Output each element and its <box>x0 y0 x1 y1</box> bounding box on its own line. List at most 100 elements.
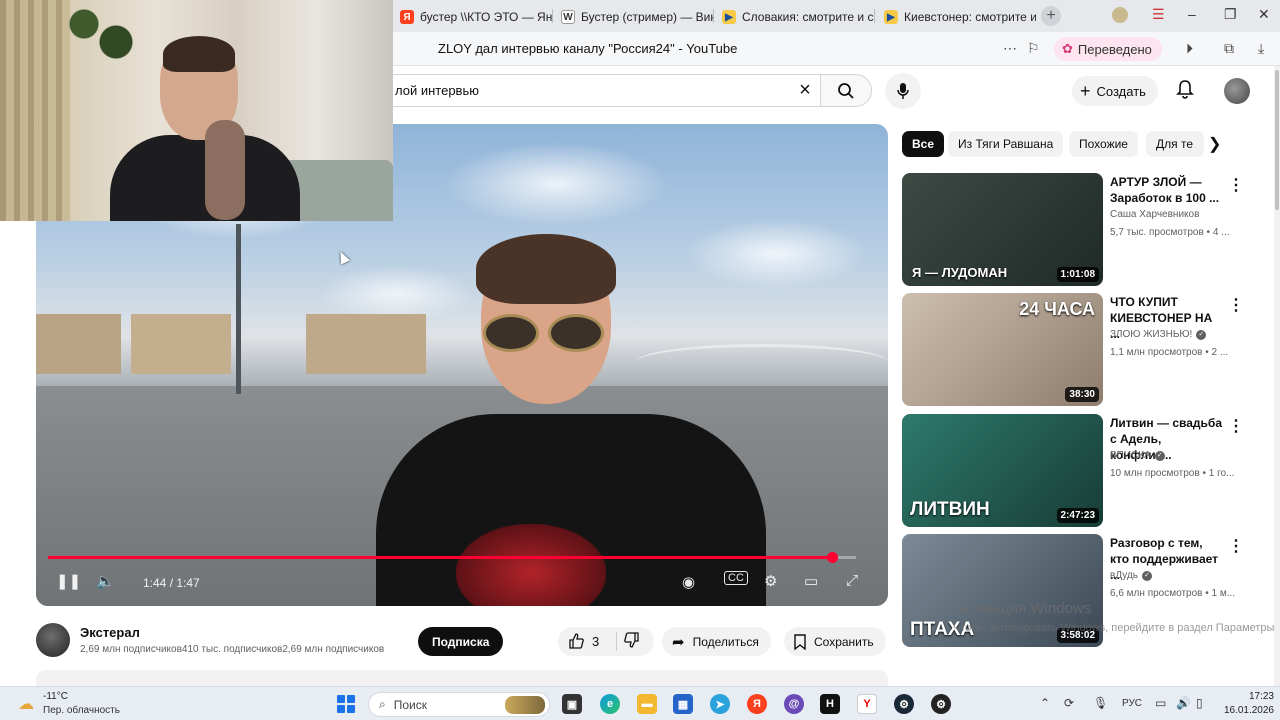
clock-time[interactable]: 17:23 <box>1224 691 1274 702</box>
file-explorer-icon[interactable]: ▬ <box>637 694 657 714</box>
channel-avatar[interactable] <box>36 623 70 657</box>
voice-search-button[interactable] <box>885 73 921 109</box>
channel-name[interactable]: Экстерал <box>80 625 140 640</box>
microphone-icon <box>897 83 909 99</box>
yandex-browser-icon[interactable]: Y <box>857 694 877 714</box>
fullscreen-icon[interactable]: ⤢ <box>846 572 858 589</box>
network-icon[interactable]: ▭ <box>1155 696 1166 710</box>
more-vert-icon[interactable]: ⋮ <box>1228 416 1244 436</box>
weather-cloud-sun-icon[interactable]: ☁ <box>18 694 34 714</box>
new-tab-button[interactable]: + <box>1041 6 1061 26</box>
pause-icon[interactable]: ❚❚ <box>56 572 81 590</box>
subscribe-button[interactable]: Подписка <box>418 627 504 656</box>
store-icon[interactable]: ▦ <box>673 694 693 714</box>
browser-tab[interactable]: W Бустер (стример) — Вик <box>553 4 713 30</box>
theater-mode-icon[interactable]: ▭ <box>804 572 818 590</box>
yandex-icon[interactable]: Я <box>747 694 767 714</box>
app-icon[interactable]: H <box>820 694 840 714</box>
restore-icon[interactable]: ❐ <box>1224 6 1237 23</box>
video-channel[interactable]: ВПИСКА ✓ <box>1110 450 1165 461</box>
scrollbar-thumb[interactable] <box>1275 70 1279 210</box>
subtitles-icon[interactable]: CC <box>724 571 748 585</box>
profile-icon[interactable] <box>1112 7 1128 23</box>
page-title[interactable]: ZLOY дал интервью каналу "Россия24" - Yo… <box>438 41 737 56</box>
chevron-right-icon[interactable]: ❯ <box>1208 134 1221 154</box>
video-thumbnail[interactable]: Я — ЛУДОМАН 1:01:08 <box>902 173 1103 286</box>
recommended-video[interactable]: 24 ЧАСА 38:30 ЧТО КУПИТ КИЕВСТОНЕР НА ..… <box>902 293 1244 406</box>
more-icon[interactable]: ⋯ <box>1003 40 1017 57</box>
browser-tab[interactable]: Я бустер \\КТО ЭТО — Янд <box>392 4 552 30</box>
translated-badge[interactable]: ✿ Переведено <box>1054 37 1162 61</box>
video-progress-bar[interactable] <box>48 552 856 563</box>
sync-icon[interactable]: ⟳ <box>1064 696 1074 710</box>
weather-description[interactable]: Пер. облачность <box>43 705 120 716</box>
clear-search-icon[interactable]: × <box>793 79 817 103</box>
translate-icon: ✿ <box>1062 41 1073 56</box>
windows-activation-subtitle: Чтобы активировать Windows, перейдите в … <box>953 622 1278 634</box>
notifications-bell-icon[interactable] <box>1176 79 1194 104</box>
more-vert-icon[interactable]: ⋮ <box>1228 536 1244 556</box>
video-duration: 38:30 <box>1065 387 1099 402</box>
browser-tab[interactable]: ▶ Киевстонер: смотрите и <box>876 4 1036 30</box>
create-button[interactable]: + Создать <box>1072 76 1158 106</box>
play-icon[interactable]: ⏵ <box>1186 40 1193 57</box>
more-vert-icon[interactable]: ⋮ <box>1228 175 1244 195</box>
search-button[interactable] <box>820 74 872 107</box>
like-button[interactable]: 3 <box>568 633 599 649</box>
taskbar-search[interactable]: ⌕ Поиск <box>368 692 550 717</box>
video-thumbnail[interactable]: 24 ЧАСА 38:30 <box>902 293 1103 406</box>
chip-related[interactable]: Похожие <box>1069 131 1138 157</box>
search-input[interactable]: лой интервью <box>392 74 820 107</box>
settings-gear-icon[interactable]: ⚙ <box>764 572 777 590</box>
extensions-icon[interactable]: ⧉ <box>1224 40 1234 57</box>
clock-date[interactable]: 16.01.2026 <box>1214 705 1274 716</box>
edge-icon[interactable]: e <box>600 694 620 714</box>
volume-icon[interactable]: 🔈 <box>96 572 115 590</box>
steam-icon[interactable]: ⚙ <box>894 694 914 714</box>
chevron-up-icon[interactable]: ⌃ <box>1040 696 1050 710</box>
video-duration: 1:01:08 <box>1056 267 1099 282</box>
recommended-video[interactable]: ЛИТВИН 2:47:23 Литвин — свадьба с Адель,… <box>902 414 1244 527</box>
start-button[interactable] <box>337 695 355 713</box>
battery-icon[interactable]: ▯ <box>1196 696 1203 710</box>
dislike-button[interactable] <box>624 632 640 651</box>
steam-icon[interactable]: ⚙ <box>931 694 951 714</box>
save-button[interactable]: Сохранить <box>784 627 886 656</box>
browser-tab[interactable]: ▶ Словакия: смотрите и ск <box>714 4 874 30</box>
chip-from-channel[interactable]: Из Тяги Равшана <box>948 131 1064 157</box>
share-button[interactable]: ➦ Поделиться <box>662 627 771 656</box>
more-vert-icon[interactable]: ⋮ <box>1228 295 1244 315</box>
language-indicator[interactable]: РУС <box>1122 698 1142 709</box>
weather-temperature[interactable]: -11°C <box>43 691 68 702</box>
minimize-icon[interactable]: – <box>1188 6 1196 22</box>
video-meta: 6,6 млн просмотров • 1 м... <box>1110 588 1236 599</box>
menu-icon[interactable]: ☰ <box>1152 6 1165 23</box>
video-channel[interactable]: Саша Харчевников <box>1110 209 1199 220</box>
video-title[interactable]: АРТУР ЗЛОЙ — Заработок в 100 ... <box>1110 174 1222 206</box>
video-progress-knob[interactable] <box>826 552 838 563</box>
autoplay-toggle-icon[interactable]: ◉ <box>682 573 695 591</box>
video-thumbnail[interactable]: ЛИТВИН 2:47:23 <box>902 414 1103 527</box>
video-channel[interactable]: вДудь ✓ <box>1110 570 1153 581</box>
bookmark-icon[interactable]: ⚐ <box>1027 40 1040 57</box>
share-icon: ➦ <box>672 633 685 651</box>
task-view-icon[interactable]: ▣ <box>562 694 582 714</box>
download-icon[interactable]: ⤓ <box>1258 40 1264 57</box>
thumbs-up-icon <box>569 633 584 649</box>
telegram-icon[interactable]: ➤ <box>710 694 730 714</box>
video-meta: 10 млн просмотров • 1 го... <box>1110 468 1235 479</box>
windows-activation-title: Активация Windows <box>953 600 1092 617</box>
account-avatar[interactable] <box>1224 78 1250 104</box>
thumbnail-text: Я — ЛУДОМАН <box>912 265 1008 280</box>
save-label: Сохранить <box>814 634 874 649</box>
chip-for-you[interactable]: Для те <box>1146 131 1204 157</box>
microphone-icon[interactable]: 🎙 <box>1093 696 1108 710</box>
volume-icon[interactable]: 🔊 <box>1176 696 1191 710</box>
recommended-video[interactable]: Я — ЛУДОМАН 1:01:08 АРТУР ЗЛОЙ — Заработ… <box>902 173 1244 286</box>
app-icon[interactable]: @ <box>784 694 804 714</box>
chip-all[interactable]: Все <box>902 131 945 157</box>
video-channel[interactable]: ЗЛОЮ ЖИЗНЬЮ! ✓ <box>1110 329 1207 340</box>
close-window-icon[interactable]: ✕ <box>1258 6 1270 23</box>
description-box[interactable] <box>36 670 888 686</box>
divider <box>616 632 617 651</box>
